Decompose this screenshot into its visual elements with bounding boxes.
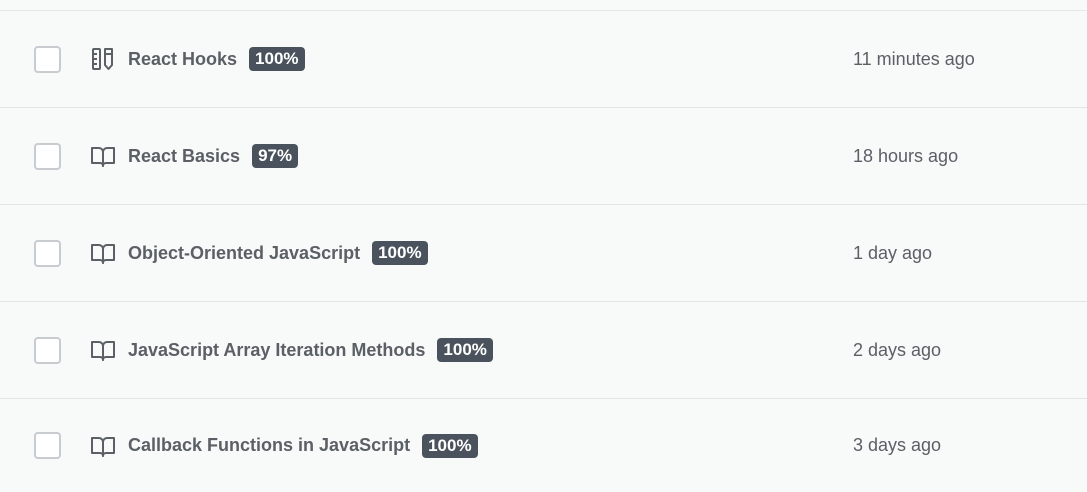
course-history-list: React Hooks 100% 11 minutes ago React Ba…	[0, 0, 1087, 492]
row-checkbox[interactable]	[34, 45, 61, 73]
list-item[interactable]: Object-Oriented JavaScript 100% 1 day ag…	[0, 205, 1087, 302]
book-icon	[90, 143, 116, 169]
book-icon	[90, 240, 116, 266]
row-checkbox[interactable]	[34, 432, 61, 459]
timestamp: 18 hours ago	[853, 145, 959, 166]
progress-badge: 97%	[252, 144, 299, 168]
timestamp: 3 days ago	[853, 435, 942, 455]
timestamp: 11 minutes ago	[853, 48, 975, 69]
list-item[interactable]: React Hooks 100% 11 minutes ago	[0, 11, 1087, 108]
list-item[interactable]: React Basics 97% 18 hours ago	[0, 108, 1087, 205]
book-icon	[90, 337, 116, 363]
timestamp: 1 day ago	[853, 242, 933, 263]
progress-badge: 100%	[422, 433, 478, 458]
row-checkbox[interactable]	[34, 142, 61, 170]
workshop-icon	[90, 46, 116, 72]
course-title[interactable]: Object-Oriented JavaScript	[128, 243, 360, 264]
row-checkbox[interactable]	[34, 239, 61, 267]
course-title[interactable]: React Hooks	[128, 49, 237, 70]
list-item[interactable]: Callback Functions in JavaScript 100% 3 …	[0, 399, 1087, 492]
list-item[interactable]: JavaScript Array Iteration Methods 100% …	[0, 302, 1087, 399]
course-title[interactable]: React Basics	[128, 146, 240, 167]
timestamp: 2 days ago	[853, 339, 942, 360]
progress-badge: 100%	[372, 241, 428, 265]
row-checkbox[interactable]	[34, 336, 61, 364]
course-title[interactable]: Callback Functions in JavaScript	[128, 435, 410, 456]
progress-badge: 100%	[249, 47, 305, 71]
progress-badge: 100%	[437, 338, 493, 362]
course-title[interactable]: JavaScript Array Iteration Methods	[128, 340, 425, 361]
book-icon	[90, 433, 116, 459]
